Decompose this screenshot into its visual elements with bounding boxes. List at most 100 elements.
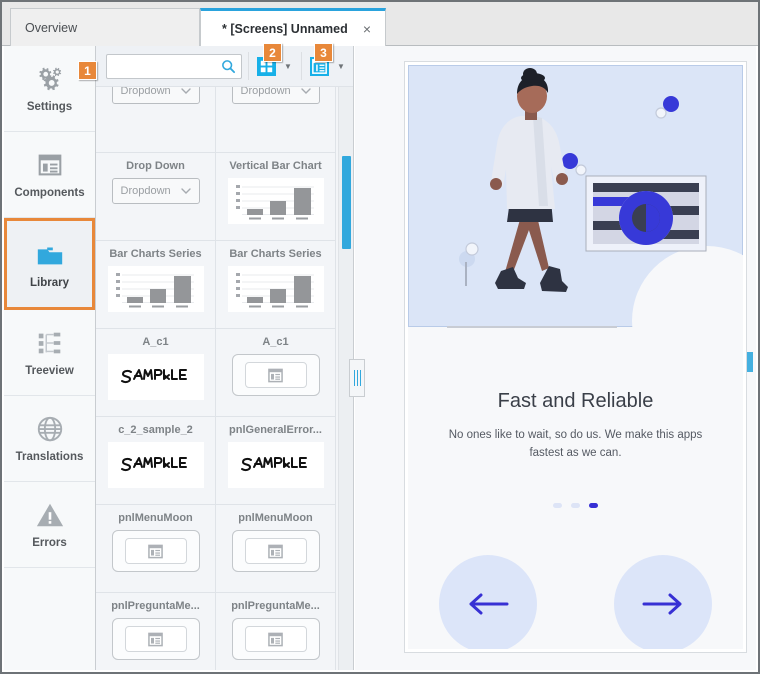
palette-item[interactable]: Vertical Bar Chart — [216, 153, 336, 241]
palette-item[interactable]: Bar Charts Series — [216, 241, 336, 329]
tab-overview[interactable]: Overview — [10, 8, 200, 46]
sidebar-item-errors-label: Errors — [32, 537, 67, 549]
palette-item-preview: Dropdown — [111, 178, 200, 204]
palette-item-label: pnlMenuMoon — [238, 512, 313, 524]
palette-item[interactable]: Dropdown — [96, 87, 216, 153]
tab-screens-unnamed[interactable]: * [Screens] Unnamed × — [200, 8, 386, 46]
palette-item-preview — [231, 530, 320, 572]
canvas-scroll-indicator[interactable] — [747, 352, 753, 372]
device-screen: Fast and Reliable No ones like to wait, … — [408, 65, 743, 649]
carousel-dot-3[interactable] — [589, 503, 598, 508]
search-icon[interactable] — [221, 59, 236, 74]
dropdown-thumbnail-label: Dropdown — [120, 87, 171, 97]
device-frame: Fast and Reliable No ones like to wait, … — [404, 61, 747, 653]
palette-grid-scroll[interactable]: Dropdown Dropdown Drop Down Dropdown Ver… — [96, 87, 353, 670]
palette-item-preview — [111, 530, 200, 572]
close-icon[interactable]: × — [363, 22, 371, 36]
palette-item-preview — [111, 618, 200, 660]
palette-item-label: pnlPreguntaMe... — [111, 600, 200, 612]
palette-item[interactable]: c_2_sample_2 — [96, 417, 216, 505]
palette-item-preview — [231, 354, 320, 396]
annotation-badge-3: 3 — [314, 43, 333, 62]
palette-item-preview: Dropdown — [111, 87, 200, 104]
sample-handwriting-thumbnail — [107, 354, 204, 400]
carousel-dots[interactable] — [408, 503, 743, 508]
palette-item[interactable]: pnlPreguntaMe... — [216, 593, 336, 670]
folder-icon — [37, 247, 62, 264]
carousel-dot-1[interactable] — [553, 503, 562, 508]
dropdown-thumbnail: Dropdown — [111, 87, 200, 104]
sidebar-item-components[interactable]: Components — [4, 132, 95, 218]
sidebar-item-library-label: Library — [30, 276, 69, 289]
palette-item[interactable]: pnlMenuMoon — [216, 505, 336, 593]
palette-item-label: Vertical Bar Chart — [229, 160, 322, 172]
sample-handwriting-thumbnail — [107, 442, 204, 488]
palette-item[interactable]: A_c1 — [216, 329, 336, 417]
layout-view-dropdown-caret[interactable]: ▼ — [334, 55, 348, 77]
panel-icon — [268, 632, 283, 646]
walking-woman-illustration — [459, 68, 707, 292]
palette-item-preview — [227, 266, 324, 312]
palette-item-preview — [231, 618, 320, 660]
dropdown-thumbnail: Dropdown — [111, 178, 200, 204]
palette-scrollbar-thumb[interactable] — [342, 156, 351, 249]
panel-thumbnail — [231, 618, 320, 660]
tab-bar: Overview * [Screens] Unnamed × — [2, 2, 758, 46]
dropdown-thumbnail: Dropdown — [231, 87, 320, 104]
panel-icon — [148, 544, 163, 558]
chevron-down-icon — [180, 87, 191, 94]
palette-item[interactable]: Drop Down Dropdown — [96, 153, 216, 241]
prev-button[interactable] — [439, 555, 537, 649]
bar-chart-thumbnail — [107, 266, 204, 312]
arrow-left-icon — [469, 593, 509, 615]
search-input[interactable] — [112, 54, 220, 78]
panel-thumbnail-inner — [244, 538, 307, 564]
palette-item-label: A_c1 — [142, 336, 169, 348]
palette-item[interactable]: Bar Charts Series — [96, 241, 216, 329]
palette-item[interactable]: pnlPreguntaMe... — [96, 593, 216, 670]
annotation-badge-2: 2 — [263, 43, 282, 62]
carousel-dot-2[interactable] — [571, 503, 580, 508]
hero-illustration — [408, 65, 743, 396]
sidebar-item-components-label: Components — [14, 187, 85, 199]
sidebar-item-treeview-label: Treeview — [25, 365, 74, 377]
screen-title: Fast and Reliable — [497, 390, 654, 412]
palette-item-preview — [107, 442, 204, 488]
design-canvas[interactable]: Fast and Reliable No ones like to wait, … — [355, 46, 756, 670]
palette-item[interactable]: Dropdown — [216, 87, 336, 153]
panel-thumbnail-inner — [244, 362, 307, 388]
sidebar-item-errors[interactable]: Errors — [4, 482, 95, 568]
palette-item-label: pnlPreguntaMe... — [231, 600, 320, 612]
toolbar-separator-2 — [301, 52, 302, 80]
palette-item-preview: Dropdown — [231, 87, 320, 104]
library-palette: ▼ ▼ Dropdown Dropdown Drop Down Dropdown… — [96, 46, 354, 670]
sidebar-item-settings[interactable]: Settings — [4, 46, 95, 132]
globe-icon — [37, 416, 62, 442]
search-box[interactable] — [106, 53, 242, 79]
sidebar-item-library[interactable]: Library — [4, 218, 95, 310]
palette-item[interactable]: pnlGeneralError... — [216, 417, 336, 505]
sidebar-item-treeview[interactable]: Treeview — [4, 310, 95, 396]
panel-thumbnail — [111, 530, 200, 572]
chevron-down-icon — [180, 187, 191, 194]
palette-item[interactable]: pnlMenuMoon — [96, 505, 216, 593]
grid-view-dropdown-caret[interactable]: ▼ — [281, 55, 295, 77]
panel-icon — [268, 368, 283, 382]
palette-item-label: Bar Charts Series — [109, 248, 202, 260]
toolbar-separator — [248, 52, 249, 80]
annotation-badge-1: 1 — [78, 61, 97, 80]
splitter-line-2 — [356, 370, 358, 386]
screen-subtitle: No ones like to wait, so do us. We make … — [448, 429, 703, 459]
panel-splitter-handle[interactable] — [349, 359, 365, 397]
bar-chart-thumbnail — [227, 266, 324, 312]
sidebar: Settings Components Library Treeview Tra… — [4, 46, 96, 670]
palette-item[interactable]: A_c1 — [96, 329, 216, 417]
next-button[interactable] — [614, 555, 712, 649]
sidebar-item-settings-label: Settings — [26, 101, 73, 113]
warning-icon — [36, 503, 63, 527]
dropdown-thumbnail-label: Dropdown — [240, 87, 291, 97]
palette-item-label: Bar Charts Series — [229, 248, 322, 260]
sidebar-item-translations[interactable]: Translations — [4, 396, 95, 482]
panel-thumbnail — [231, 354, 320, 396]
palette-item-label: pnlMenuMoon — [118, 512, 193, 524]
